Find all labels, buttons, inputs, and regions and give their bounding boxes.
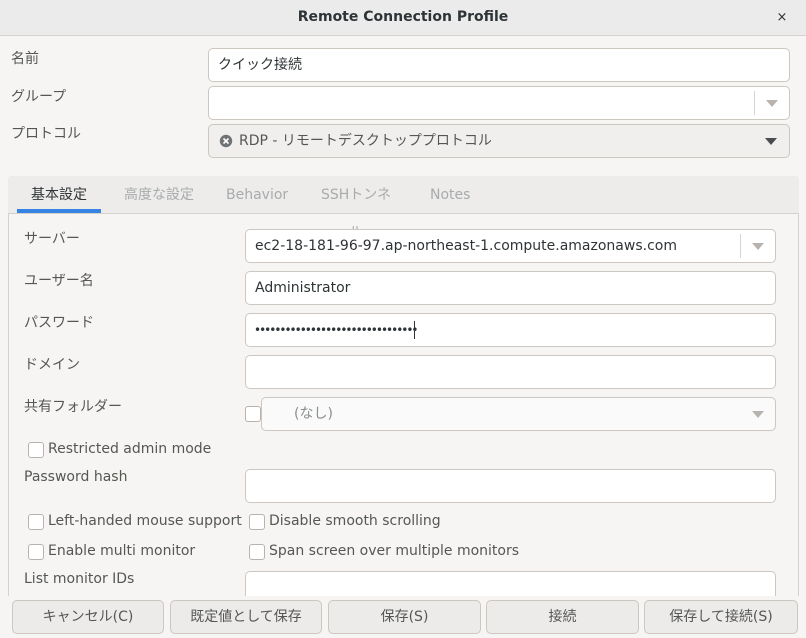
- protocol-select[interactable]: RDP - リモートデスクトッププロトコル: [208, 124, 790, 158]
- password-hash-input[interactable]: [245, 469, 776, 503]
- username-input[interactable]: Administrator: [245, 271, 776, 305]
- shared-folder-label: 共有フォルダー: [24, 399, 122, 415]
- password-hash-label: Password hash: [24, 469, 128, 485]
- name-label: 名前: [11, 51, 39, 67]
- server-value: ec2-18-181-96-97.ap-northeast-1.compute.…: [255, 238, 677, 254]
- multi-monitor-checkbox[interactable]: [28, 544, 44, 560]
- window-title: Remote Connection Profile: [297, 9, 509, 25]
- title-bar: Remote Connection Profile ×: [0, 0, 806, 36]
- chevron-down-icon[interactable]: [765, 138, 777, 145]
- monitor-ids-label: List monitor IDs: [24, 571, 135, 587]
- tab-behavior[interactable]: Behavior: [214, 176, 298, 214]
- restricted-admin-checkbox[interactable]: [28, 442, 44, 458]
- tab-notes[interactable]: Notes: [418, 176, 480, 214]
- left-handed-label: Left-handed mouse support: [48, 513, 242, 529]
- group-label: グループ: [11, 89, 67, 105]
- cancel-button[interactable]: キャンセル(C): [12, 600, 164, 634]
- server-label: サーバー: [24, 231, 80, 247]
- save-button[interactable]: 保存(S): [328, 600, 481, 634]
- close-icon[interactable]: ×: [772, 8, 792, 28]
- protocol-value: RDP - リモートデスクトッププロトコル: [239, 133, 492, 149]
- save-and-connect-button[interactable]: 保存して接続(S): [644, 600, 798, 634]
- connect-button[interactable]: 接続: [486, 600, 639, 634]
- chevron-down-icon[interactable]: [766, 100, 778, 107]
- save-as-default-button[interactable]: 既定値として保存: [170, 600, 322, 634]
- protocol-label: プロトコル: [11, 126, 81, 142]
- tab-advanced[interactable]: 高度な設定: [109, 176, 209, 214]
- restricted-admin-label: Restricted admin mode: [48, 441, 212, 457]
- text-cursor: [414, 321, 415, 339]
- username-label: ユーザー名: [24, 273, 94, 289]
- tab-bar: 基本設定 高度な設定 Behavior SSHトンネル Notes: [8, 176, 799, 241]
- name-value: クイック接続: [218, 57, 302, 73]
- chevron-down-icon[interactable]: [752, 243, 764, 250]
- group-combo[interactable]: [208, 86, 790, 120]
- disable-smooth-checkbox[interactable]: [249, 514, 265, 530]
- password-masked-value: ••••••••••••••••••••••••••••••••: [254, 323, 418, 337]
- left-handed-checkbox[interactable]: [28, 514, 44, 530]
- multi-monitor-label: Enable multi monitor: [48, 543, 196, 559]
- rdp-plugin-icon: [219, 134, 233, 148]
- password-input[interactable]: ••••••••••••••••••••••••••••••••: [245, 313, 776, 347]
- username-value: Administrator: [255, 280, 351, 296]
- combo-separator: [754, 91, 755, 115]
- span-screen-label: Span screen over multiple monitors: [269, 543, 520, 559]
- shared-folder-value: (なし): [294, 406, 333, 422]
- shared-folder-chooser[interactable]: (なし): [261, 397, 776, 431]
- combo-separator: [740, 234, 741, 258]
- tab-ssh-tunnel[interactable]: SSHトンネル: [306, 176, 406, 241]
- chevron-down-icon[interactable]: [752, 411, 764, 418]
- server-combo[interactable]: ec2-18-181-96-97.ap-northeast-1.compute.…: [245, 229, 776, 263]
- domain-label: ドメイン: [24, 357, 80, 373]
- shared-folder-checkbox[interactable]: [245, 406, 261, 422]
- active-tab-indicator: [17, 209, 101, 213]
- span-screen-checkbox[interactable]: [249, 544, 265, 560]
- password-label: パスワード: [24, 315, 94, 331]
- disable-smooth-label: Disable smooth scrolling: [269, 513, 441, 529]
- name-input[interactable]: クイック接続: [208, 48, 790, 82]
- domain-input[interactable]: [245, 355, 776, 389]
